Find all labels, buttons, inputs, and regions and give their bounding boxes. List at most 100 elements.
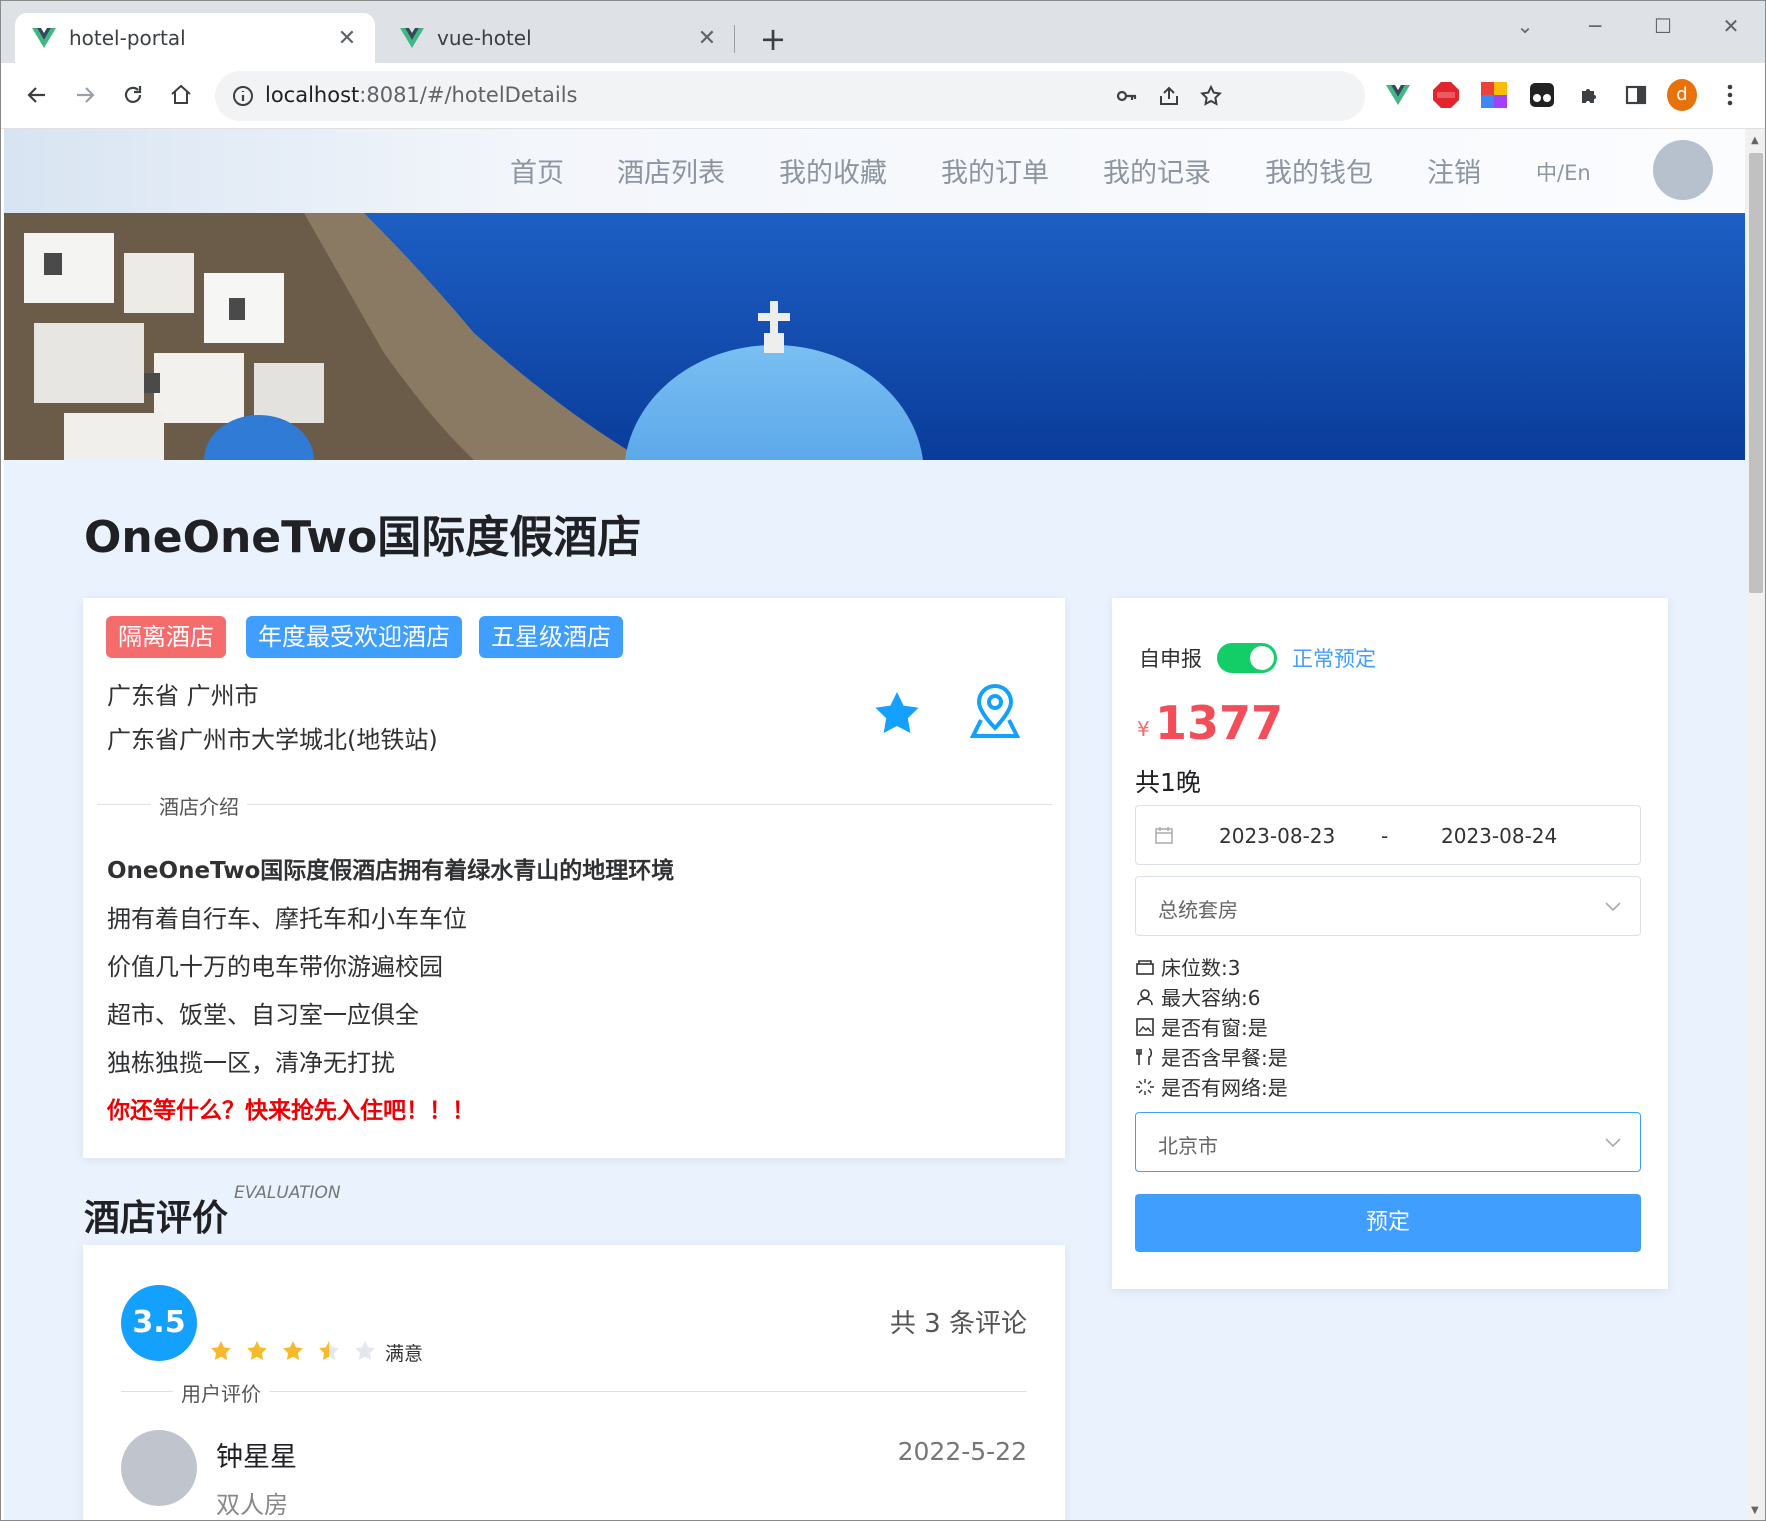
address-bar[interactable]: localhost:8081/#/hotelDetails [215, 71, 1365, 121]
tag-five-star: 五星级酒店 [479, 616, 623, 658]
nav-hotel-list[interactable]: 酒店列表 [617, 151, 725, 190]
city-select[interactable]: 北京市 [1135, 1112, 1641, 1172]
back-button[interactable] [15, 73, 59, 117]
forward-arrow-icon [77, 87, 95, 103]
book-button[interactable]: 预定 [1135, 1194, 1641, 1252]
picture-window-icon [1136, 1017, 1154, 1036]
extensions-button[interactable] [1575, 80, 1605, 110]
vue-devtools-extension-icon[interactable] [1383, 80, 1413, 110]
profile-avatar: d [1667, 79, 1697, 111]
maximize-button[interactable]: ☐ [1643, 11, 1683, 41]
scroll-up-arrow-icon[interactable]: ▲ [1751, 135, 1759, 146]
fork-knife-icon [1136, 1047, 1153, 1065]
feature-capacity: 最大容纳:6 [1135, 982, 1260, 1011]
adblock-abp-icon [1433, 82, 1459, 108]
home-icon [171, 84, 191, 104]
review-date: 2022-5-22 [897, 1437, 1027, 1466]
reload-icon [124, 86, 142, 103]
hotel-region: 广东省 广州市 [107, 682, 259, 710]
color-extension-icon[interactable] [1479, 80, 1509, 110]
feature-network: 是否有网络:是 [1135, 1072, 1288, 1101]
minimize-button[interactable]: ─ [1575, 11, 1615, 41]
share-icon[interactable] [1157, 84, 1181, 108]
self-report-label: 自申报 [1139, 647, 1202, 671]
feature-text: 是否有网络:是 [1161, 1076, 1288, 1100]
room-type-select[interactable]: 总统套房 [1135, 876, 1641, 936]
tampermonkey-icon [1530, 83, 1554, 107]
santorini-sea-illustration [4, 213, 1745, 460]
scrollbar-thumb[interactable] [1749, 153, 1763, 593]
nav-records[interactable]: 我的记录 [1103, 151, 1211, 190]
self-report-toggle[interactable] [1217, 643, 1277, 673]
user-icon [1137, 988, 1153, 1005]
user-avatar[interactable] [1653, 140, 1713, 200]
tab-search-icon[interactable]: ⌄ [1505, 11, 1545, 41]
chevron-down-icon [1605, 1138, 1621, 1148]
date-separator: - [1381, 824, 1389, 848]
close-window-button[interactable]: ✕ [1711, 11, 1751, 41]
reviewer-avatar [121, 1430, 197, 1506]
browser-window: hotel-portal ✕ vue-hotel ✕ + ⌄ ─ ☐ ✕ loc… [0, 0, 1766, 1521]
tab-close-icon[interactable]: ✕ [695, 26, 719, 51]
nav-home[interactable]: 首页 [510, 151, 564, 190]
nights-count: 共1晚 [1135, 768, 1201, 797]
end-date[interactable]: 2023-08-24 [1441, 824, 1557, 848]
map-location-icon[interactable] [969, 684, 1021, 740]
date-range-picker[interactable]: 2023-08-23 - 2023-08-24 [1135, 805, 1641, 865]
url-text: localhost:8081/#/hotelDetails [265, 83, 577, 107]
feature-text: 是否有窗:是 [1161, 1016, 1268, 1040]
reload-button[interactable] [111, 73, 155, 117]
site-info-icon[interactable] [231, 84, 255, 108]
new-tab-button[interactable]: + [753, 19, 793, 59]
feature-text: 床位数:3 [1161, 956, 1241, 980]
home-button[interactable] [159, 73, 203, 117]
star-full-icon [247, 1341, 267, 1360]
adblock-extension-icon[interactable] [1431, 80, 1461, 110]
site-header: 首页 酒店列表 我的收藏 我的订单 我的记录 我的钱包 注销 中/En [4, 129, 1745, 213]
feature-window: 是否有窗:是 [1135, 1012, 1268, 1041]
calendar-icon [1155, 827, 1173, 844]
tag-quarantine: 隔离酒店 [106, 616, 226, 658]
menu-button[interactable] [1715, 80, 1745, 110]
rating-score-badge: 3.5 [121, 1285, 197, 1361]
intro-line: 拥有着自行车、摩托车和小车车位 [107, 905, 467, 933]
favorite-star-icon[interactable] [873, 690, 921, 736]
intro-cta: 你还等什么？快来抢先入住吧！！！ [107, 1098, 475, 1124]
review-room-type: 双人房 [216, 1491, 288, 1519]
forward-button[interactable] [63, 73, 107, 117]
profile-button[interactable]: d [1667, 79, 1697, 111]
sunburst-network-icon [1136, 1078, 1154, 1095]
star-half-icon [319, 1341, 339, 1360]
rating-text: 满意 [385, 1343, 424, 1365]
page-scrollbar[interactable]: ▲ ▼ [1745, 129, 1765, 1520]
nav-orders[interactable]: 我的订单 [941, 151, 1049, 190]
vue-logo-icon [1386, 85, 1410, 105]
hotel-info-card: 隔离酒店 年度最受欢迎酒店 五星级酒店 广东省 广州市 广东省广州市大学城北(地… [83, 598, 1065, 1158]
page-viewport: 首页 酒店列表 我的收藏 我的订单 我的记录 我的钱包 注销 中/En OneO… [4, 129, 1745, 1520]
tab-vue-hotel[interactable]: vue-hotel ✕ [383, 13, 735, 63]
side-panel-button[interactable] [1621, 80, 1651, 110]
star-full-icon [283, 1341, 303, 1360]
tab-separator [734, 25, 735, 53]
star-empty-icon [355, 1341, 375, 1360]
scroll-down-arrow-icon[interactable]: ▼ [1751, 1505, 1759, 1516]
tab-hotel-portal[interactable]: hotel-portal ✕ [15, 13, 375, 63]
user-reviews-title: 用户评价 [173, 1378, 269, 1407]
tampermonkey-extension-icon[interactable] [1527, 80, 1557, 110]
intro-line: 超市、饭堂、自习室一应俱全 [107, 1001, 419, 1029]
feature-breakfast: 是否含早餐:是 [1135, 1042, 1288, 1071]
bookmark-star-icon[interactable] [1199, 84, 1223, 108]
url-path: :8081/#/hotelDetails [359, 83, 578, 107]
start-date[interactable]: 2023-08-23 [1219, 824, 1335, 848]
nav-favorites[interactable]: 我的收藏 [779, 151, 887, 190]
hotel-name: OneOneTwo国际度假酒店 [84, 512, 642, 563]
reviews-card: 3.5 满意 共 3 条评论 用户评价 钟星星 2022-5-22 双人房 [83, 1245, 1065, 1520]
key-icon[interactable] [1115, 84, 1139, 108]
language-switch[interactable]: 中/En [1536, 157, 1591, 187]
chevron-down-icon [1605, 902, 1621, 912]
back-arrow-icon [27, 87, 45, 103]
nav-wallet[interactable]: 我的钱包 [1265, 151, 1373, 190]
nav-logout[interactable]: 注销 [1427, 151, 1481, 190]
vue-logo-icon [32, 28, 56, 48]
tab-close-icon[interactable]: ✕ [335, 26, 359, 51]
